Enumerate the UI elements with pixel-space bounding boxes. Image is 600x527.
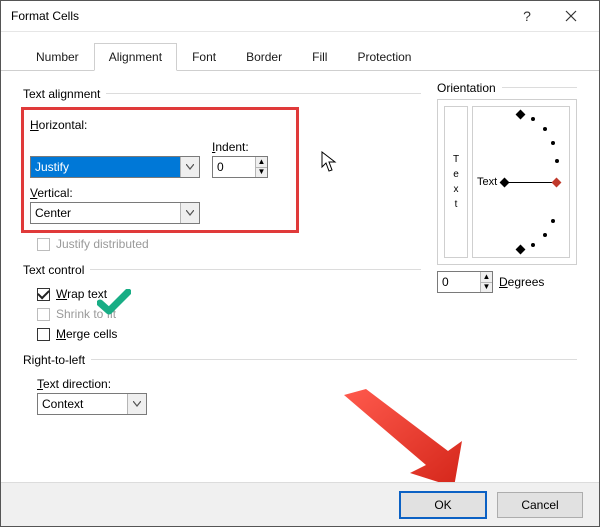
text-direction-combo[interactable]: Context: [37, 393, 147, 415]
orientation-label: Orientation: [437, 81, 496, 95]
titlebar-buttons: ?: [505, 2, 593, 30]
vertical-combo-value: Center: [31, 206, 180, 220]
indent-block: Indent: ▲▼: [212, 134, 268, 178]
tab-border[interactable]: Border: [231, 43, 297, 71]
orientation-dial[interactable]: Text: [472, 106, 570, 258]
rtl-group-header: Right-to-left: [23, 347, 577, 371]
shrink-to-fit-checkbox: Shrink to fit: [37, 307, 577, 321]
tab-font[interactable]: Font: [177, 43, 231, 71]
merge-cells-label: Merge cells: [56, 327, 117, 341]
help-button[interactable]: ?: [505, 2, 549, 30]
text-control-label: Text control: [23, 263, 84, 277]
dial-dot-icon: [531, 243, 535, 247]
dial-dot-icon: [551, 141, 555, 145]
checkbox-icon: [37, 328, 50, 341]
shrink-to-fit-label: Shrink to fit: [56, 307, 116, 321]
cursor-icon: [321, 151, 339, 173]
dial-marker-icon: [516, 245, 526, 255]
dial-handle-icon: [552, 178, 562, 188]
wrap-text-label: Wrap text: [56, 287, 107, 301]
degrees-label: Degrees: [499, 275, 544, 289]
tab-alignment[interactable]: Alignment: [94, 43, 177, 71]
indent-input[interactable]: [213, 157, 255, 177]
tab-protection[interactable]: Protection: [342, 43, 426, 71]
chevron-down-icon: [180, 157, 199, 177]
checkbox-icon: [37, 288, 50, 301]
format-cells-dialog: Format Cells ? Number Alignment Font Bor…: [0, 0, 600, 527]
spin-down-icon[interactable]: ▼: [256, 167, 267, 178]
spin-up-icon[interactable]: ▲: [256, 157, 267, 167]
vertical-combo[interactable]: Center: [30, 202, 200, 224]
orientation-panel: T e x t Text: [437, 99, 577, 265]
orientation-group-header: Orientation: [437, 75, 577, 99]
text-alignment-label: Text alignment: [23, 87, 100, 101]
dial-anchor-icon: [500, 178, 510, 188]
justify-distributed-label: Justify distributed: [56, 237, 149, 251]
dial-marker-icon: [516, 110, 526, 120]
divider: [106, 93, 421, 94]
dial-dot-icon: [543, 233, 547, 237]
spin-down-icon[interactable]: ▼: [481, 282, 492, 293]
vertical-text-button[interactable]: T e x t: [444, 106, 468, 258]
horizontal-label: Horizontal:: [30, 118, 290, 132]
rtl-label: Right-to-left: [23, 353, 85, 367]
vertical-label: Vertical:: [30, 186, 290, 200]
orientation-text-label: Text: [477, 176, 497, 188]
dial-dot-icon: [551, 219, 555, 223]
horizontal-combo-value: Justify: [31, 160, 180, 174]
tab-bar: Number Alignment Font Border Fill Protec…: [1, 32, 599, 71]
dial-dot-icon: [531, 117, 535, 121]
close-button[interactable]: [549, 2, 593, 30]
tab-fill[interactable]: Fill: [297, 43, 342, 71]
degrees-spin[interactable]: ▲▼: [437, 271, 493, 293]
ok-button[interactable]: OK: [399, 491, 487, 519]
dial-dot-icon: [555, 159, 559, 163]
divider: [502, 87, 577, 88]
dial-dot-icon: [543, 127, 547, 131]
tab-number[interactable]: Number: [21, 43, 94, 71]
highlight-red-box: Horizontal: Justify Indent: ▲▼ Vertical:…: [21, 107, 299, 233]
close-icon: [565, 10, 577, 22]
tab-content: Text alignment Horizontal: Justify Inden…: [1, 71, 599, 415]
chevron-down-icon: [127, 394, 146, 414]
dial-line: [503, 182, 555, 183]
titlebar: Format Cells ?: [1, 1, 599, 32]
indent-label: Indent:: [212, 140, 268, 154]
degrees-input[interactable]: [438, 272, 480, 292]
orientation-group: Orientation T e x t Text: [437, 75, 577, 293]
indent-spin[interactable]: ▲▼: [212, 156, 268, 178]
checkbox-icon: [37, 308, 50, 321]
chevron-down-icon: [180, 203, 199, 223]
divider: [90, 269, 421, 270]
text-direction-label: Text direction:: [37, 377, 577, 391]
spin-up-icon[interactable]: ▲: [481, 272, 492, 282]
dialog-footer: OK Cancel: [1, 482, 599, 526]
window-title: Format Cells: [11, 9, 79, 23]
merge-cells-checkbox[interactable]: Merge cells: [37, 327, 577, 341]
divider: [91, 359, 577, 360]
cancel-button[interactable]: Cancel: [497, 492, 583, 518]
horizontal-combo[interactable]: Justify: [30, 156, 200, 178]
checkbox-icon: [37, 238, 50, 251]
degrees-row: ▲▼ Degrees: [437, 271, 577, 293]
text-direction-value: Context: [38, 397, 127, 411]
